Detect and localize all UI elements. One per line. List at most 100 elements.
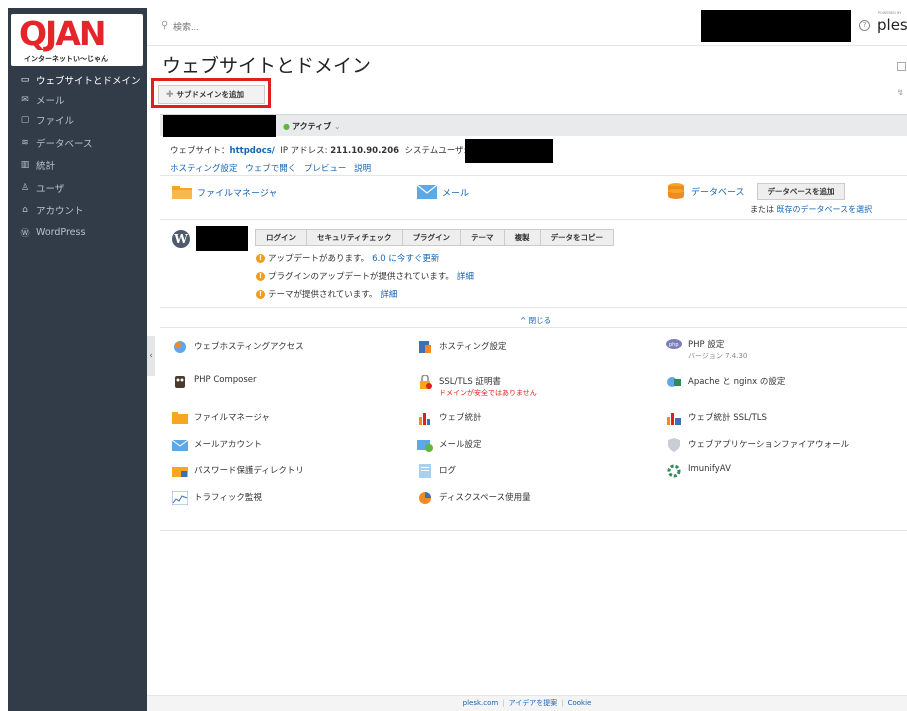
warning-icon: ! xyxy=(256,289,265,299)
help-icon[interactable]: ? xyxy=(859,20,870,31)
sidebar-item-users[interactable]: ♙ ユーザ xyxy=(8,178,147,198)
add-database-button[interactable]: データベースを追加 xyxy=(757,183,845,200)
sidebar-item-statistics[interactable]: ▥ 統計 xyxy=(8,155,147,175)
sidebar-item-label: ウェブサイトとドメイン xyxy=(36,76,141,87)
tool-imunifyav[interactable]: ImunifyAV xyxy=(666,464,731,478)
wp-clone-button[interactable]: 複製 xyxy=(503,229,541,246)
open-in-web-link[interactable]: ウェブで開く xyxy=(245,164,296,174)
or-label: または xyxy=(750,205,774,214)
select-existing-db-link[interactable]: 既存のデータベースを選択 xyxy=(777,205,873,214)
wp-theme-details-link[interactable]: 詳細 xyxy=(380,288,397,300)
tool-mail-settings[interactable]: メール設定 xyxy=(417,438,482,452)
status-dot-icon: ● xyxy=(283,122,290,131)
brand-logo[interactable]: QJAN インターネットい〜じゃん xyxy=(11,14,143,66)
tool-web-stats-ssl[interactable]: ウェブ統計 SSL/TLS xyxy=(666,411,767,425)
tool-php-composer[interactable]: PHP Composer xyxy=(172,375,257,389)
plesk-com-link[interactable]: plesk.com xyxy=(463,699,499,707)
quick-databases[interactable]: データベース xyxy=(666,183,745,199)
tool-web-stats[interactable]: ウェブ統計 xyxy=(417,411,482,425)
footer-separator: | xyxy=(561,699,564,707)
mail-settings-icon xyxy=(417,440,433,452)
layout-toggle-icon[interactable] xyxy=(897,62,906,71)
wp-plugin-details-link[interactable]: 詳細 xyxy=(457,270,474,282)
footer: plesk.com | アイデアを提案 | Cookie xyxy=(147,695,907,711)
quick-file-manager-label: ファイルマネージャ xyxy=(197,188,278,199)
mail-account-icon xyxy=(172,439,188,451)
user-menu-redacted[interactable] xyxy=(701,10,851,42)
wp-login-button[interactable]: ログイン xyxy=(255,229,307,246)
quick-mail[interactable]: メール xyxy=(417,185,469,199)
status-badge[interactable]: ● アクティブ ⌄ xyxy=(283,121,341,132)
ssl-lock-icon xyxy=(420,375,432,389)
tool-label: ホスティング設定 xyxy=(439,342,507,352)
tool-password-protected-dirs[interactable]: パスワード保護ディレクトリ xyxy=(172,464,304,478)
tool-php-settings[interactable]: php PHP 設定バージョン 7.4.30 xyxy=(666,338,747,361)
sysuser-redacted xyxy=(465,139,553,163)
tool-mail-accounts[interactable]: メールアカウント xyxy=(172,438,262,452)
website-label: ウェブサイト： xyxy=(170,146,230,156)
web-stats-icon xyxy=(419,413,430,425)
tool-traffic-monitor[interactable]: トラフィック監視 xyxy=(172,491,262,505)
tool-file-manager[interactable]: ファイルマネージャ xyxy=(172,411,270,425)
tool-label: パスワード保護ディレクトリ xyxy=(194,466,304,476)
sidebar-item-label: 統計 xyxy=(36,161,56,172)
tool-label: ログ xyxy=(439,466,457,476)
wp-theme-notice: ! テーマが提供されています。 詳細 xyxy=(256,288,397,300)
wp-update-link[interactable]: 6.0 に今すぐ更新 xyxy=(372,252,439,264)
sidebar-item-account[interactable]: ⌂ アカウント xyxy=(8,200,147,220)
suggest-idea-link[interactable]: アイデアを提案 xyxy=(509,699,558,707)
logo-mark: QJAN xyxy=(19,14,106,53)
sidebar-collapse-handle[interactable]: ‹ xyxy=(147,336,155,376)
quick-file-manager[interactable]: ファイルマネージャ xyxy=(172,185,277,199)
php-version: バージョン 7.4.30 xyxy=(688,352,748,360)
tool-web-hosting-access[interactable]: ウェブホスティングアクセス xyxy=(172,340,304,354)
web-stats-ssl-icon xyxy=(667,413,681,425)
collapse-link[interactable]: ^ 閉じる xyxy=(520,315,551,326)
quick-databases-label: データベース xyxy=(691,187,745,198)
mail-icon: ✉ xyxy=(21,95,29,105)
sidebar-item-wordpress[interactable]: Ⓦ WordPress xyxy=(8,222,147,242)
imunify-icon xyxy=(667,464,681,478)
wordpress-toolbar: ログイン セキュリティチェック プラグイン テーマ 複製 データをコピー xyxy=(255,229,615,246)
tool-label: ディスクスペース使用量 xyxy=(439,493,531,503)
search-input[interactable] xyxy=(161,19,341,35)
wp-plugins-button[interactable]: プラグイン xyxy=(401,229,462,246)
domain-name-redacted[interactable] xyxy=(163,115,276,137)
tool-label: ファイルマネージャ xyxy=(194,413,270,423)
tool-label: ウェブ統計 xyxy=(439,413,482,423)
wp-security-check-button[interactable]: セキュリティチェック xyxy=(306,229,403,246)
sidebar-item-mail[interactable]: ✉ メール xyxy=(8,90,147,110)
composer-icon xyxy=(175,376,185,388)
sidebar-item-websites[interactable]: ▭ ウェブサイトとドメイン xyxy=(8,70,147,90)
sidebar-item-databases[interactable]: ≋ データベース xyxy=(8,133,147,153)
website-root-link[interactable]: httpdocs/ xyxy=(230,146,275,156)
tool-web-app-firewall[interactable]: ウェブアプリケーションファイアウォール xyxy=(666,438,849,452)
sidebar-item-files[interactable]: ▢ ファイル xyxy=(8,110,147,130)
description-link[interactable]: 説明 xyxy=(354,164,371,174)
settings-icon[interactable]: ↯ xyxy=(897,88,904,97)
tool-hosting-settings[interactable]: ホスティング設定 xyxy=(417,340,507,354)
tool-ssl-tls[interactable]: SSL/TLS 証明書 ドメインが安全ではありません xyxy=(417,375,537,398)
warning-icon: ! xyxy=(256,271,265,281)
select-existing-db: または 既存のデータベースを選択 xyxy=(750,204,872,215)
tool-apache-nginx[interactable]: Apache と nginx の設定 xyxy=(666,375,785,389)
wp-update-text: アップデートがあります。 xyxy=(268,254,370,264)
php-icon: php xyxy=(666,339,682,349)
sidebar-item-label: ユーザ xyxy=(36,184,65,195)
wordpress-site-redacted[interactable] xyxy=(196,226,248,251)
tool-logs[interactable]: ログ xyxy=(417,464,456,478)
wp-copy-data-button[interactable]: データをコピー xyxy=(539,229,615,246)
divider xyxy=(160,175,907,176)
tool-label: ウェブアプリケーションファイアウォール xyxy=(688,440,850,450)
cookie-link[interactable]: Cookie xyxy=(568,699,592,707)
bar-chart-icon: ▥ xyxy=(20,160,30,170)
tool-disk-usage[interactable]: ディスクスペース使用量 xyxy=(417,491,531,505)
wp-plugin-text: プラグインのアップデートが提供されています。 xyxy=(268,272,454,282)
database-icon: ≋ xyxy=(21,138,29,148)
wp-themes-button[interactable]: テーマ xyxy=(460,229,505,246)
tool-label: PHP 設定 xyxy=(688,340,725,350)
sidebar-item-label: データベース xyxy=(36,139,93,150)
wp-theme-text: テーマが提供されています。 xyxy=(268,290,378,300)
preview-link[interactable]: プレビュー xyxy=(304,164,347,174)
hosting-settings-link[interactable]: ホスティング設定 xyxy=(170,164,238,174)
